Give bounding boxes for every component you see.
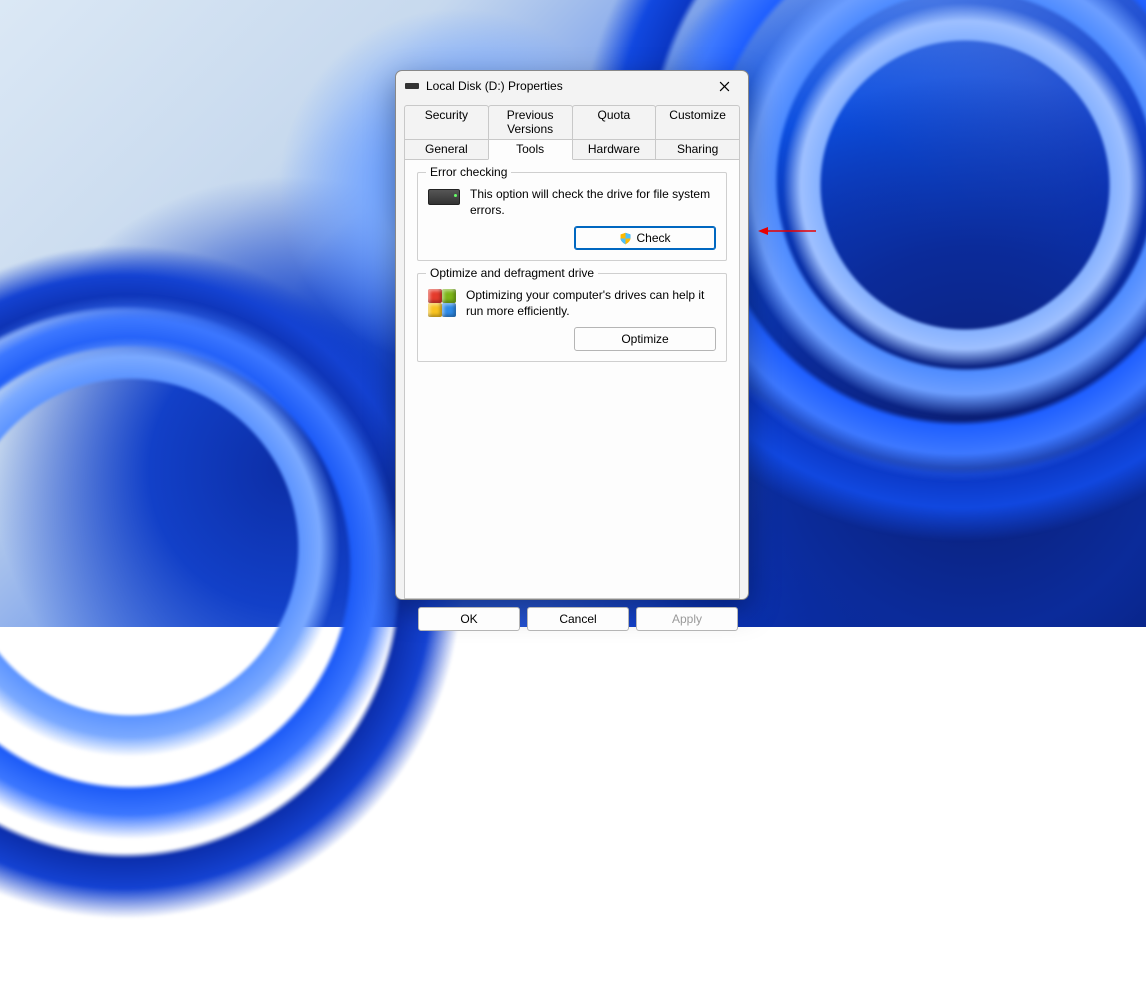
dialog-footer: OK Cancel Apply — [396, 599, 748, 641]
tab-previous-versions[interactable]: Previous Versions — [488, 105, 573, 139]
tab-tools[interactable]: Tools — [488, 139, 573, 160]
group-error-checking: Error checking This option will check th… — [417, 172, 727, 261]
check-button[interactable]: Check — [574, 226, 716, 250]
apply-button-label: Apply — [672, 612, 702, 626]
hard-drive-icon — [428, 189, 460, 205]
group-optimize: Optimize and defragment drive Optimizing… — [417, 273, 727, 362]
drive-icon — [405, 83, 419, 89]
tab-quota[interactable]: Quota — [572, 105, 657, 139]
ok-button[interactable]: OK — [418, 607, 520, 631]
optimize-button[interactable]: Optimize — [574, 327, 716, 351]
check-button-label: Check — [636, 231, 670, 245]
properties-dialog: Local Disk (D:) Properties Security Prev… — [395, 70, 749, 600]
optimize-description: Optimizing your computer's drives can he… — [466, 288, 716, 319]
close-icon — [719, 81, 730, 92]
tab-area: Security Previous Versions Quota Customi… — [396, 101, 748, 599]
tab-customize[interactable]: Customize — [655, 105, 740, 139]
group-legend-error-checking: Error checking — [426, 165, 511, 179]
close-button[interactable] — [702, 71, 746, 101]
tab-hardware[interactable]: Hardware — [572, 139, 657, 160]
tab-panel-tools: Error checking This option will check th… — [404, 159, 740, 599]
optimize-button-label: Optimize — [621, 332, 668, 346]
window-title: Local Disk (D:) Properties — [426, 79, 702, 93]
tab-sharing[interactable]: Sharing — [655, 139, 740, 160]
error-checking-description: This option will check the drive for fil… — [470, 187, 716, 218]
tab-security[interactable]: Security — [404, 105, 489, 139]
tab-general[interactable]: General — [404, 139, 489, 160]
apply-button[interactable]: Apply — [636, 607, 738, 631]
titlebar[interactable]: Local Disk (D:) Properties — [396, 71, 748, 101]
uac-shield-icon — [619, 232, 632, 245]
defragment-icon — [428, 289, 456, 317]
cancel-button[interactable]: Cancel — [527, 607, 629, 631]
ok-button-label: OK — [460, 612, 477, 626]
cancel-button-label: Cancel — [559, 612, 596, 626]
group-legend-optimize: Optimize and defragment drive — [426, 266, 598, 280]
